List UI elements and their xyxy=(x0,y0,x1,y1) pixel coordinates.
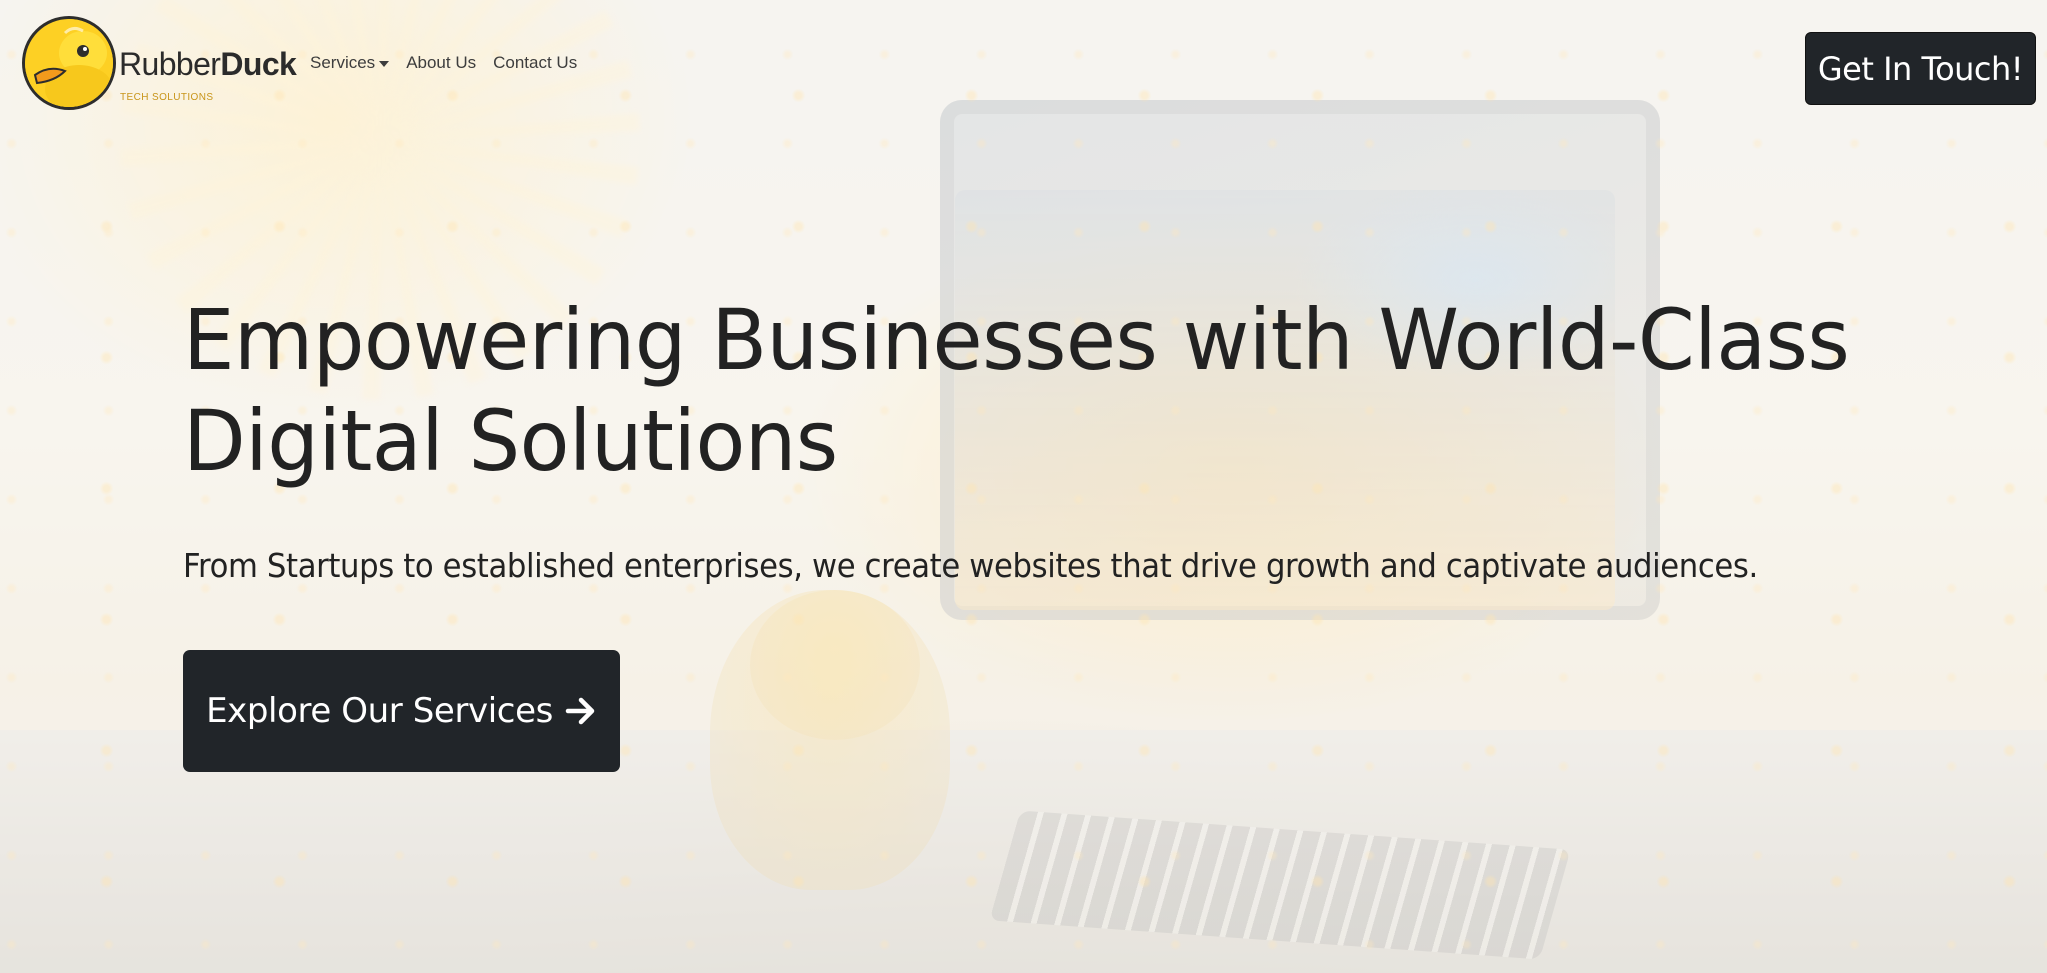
nav-item-services-label: Services xyxy=(310,53,376,72)
nav-item-contact-us-label: Contact Us xyxy=(493,53,578,72)
brand-name-part2: Duck xyxy=(220,46,297,82)
nav-item-about-us[interactable]: About Us xyxy=(406,53,476,73)
hero-section: Empowering Businesses with World-Class D… xyxy=(183,290,1903,772)
nav-menu: Services About Us Contact Us xyxy=(310,53,577,73)
brand-tagline: TECH SOLUTIONS xyxy=(120,92,214,103)
get-in-touch-button[interactable]: Get In Touch! xyxy=(1805,32,2036,105)
brand-name: RubberDuck xyxy=(119,46,297,83)
hero-title: Empowering Businesses with World-Class D… xyxy=(183,290,1851,492)
nav-item-contact-us[interactable]: Contact Us xyxy=(493,53,577,73)
hero-subtitle: From Startups to established enterprises… xyxy=(183,546,1758,585)
hero-title-line2: Digital Solutions xyxy=(183,392,838,490)
arrow-right-icon xyxy=(565,697,595,725)
rubber-duck-logo-icon xyxy=(22,16,116,110)
hero-title-line1: Empowering Businesses with World-Class xyxy=(183,291,1850,389)
nav-item-services[interactable]: Services xyxy=(310,53,390,73)
nav-item-about-us-label: About Us xyxy=(406,53,477,72)
brand-name-part1: Rubber xyxy=(119,46,221,82)
brand-logo-link[interactable]: RubberDuck TECH SOLUTIONS xyxy=(22,16,297,112)
navbar: RubberDuck TECH SOLUTIONS Services About… xyxy=(0,0,2047,130)
explore-services-button[interactable]: Explore Our Services xyxy=(183,650,620,772)
caret-down-icon xyxy=(379,60,390,67)
explore-services-label: Explore Our Services xyxy=(206,691,553,731)
